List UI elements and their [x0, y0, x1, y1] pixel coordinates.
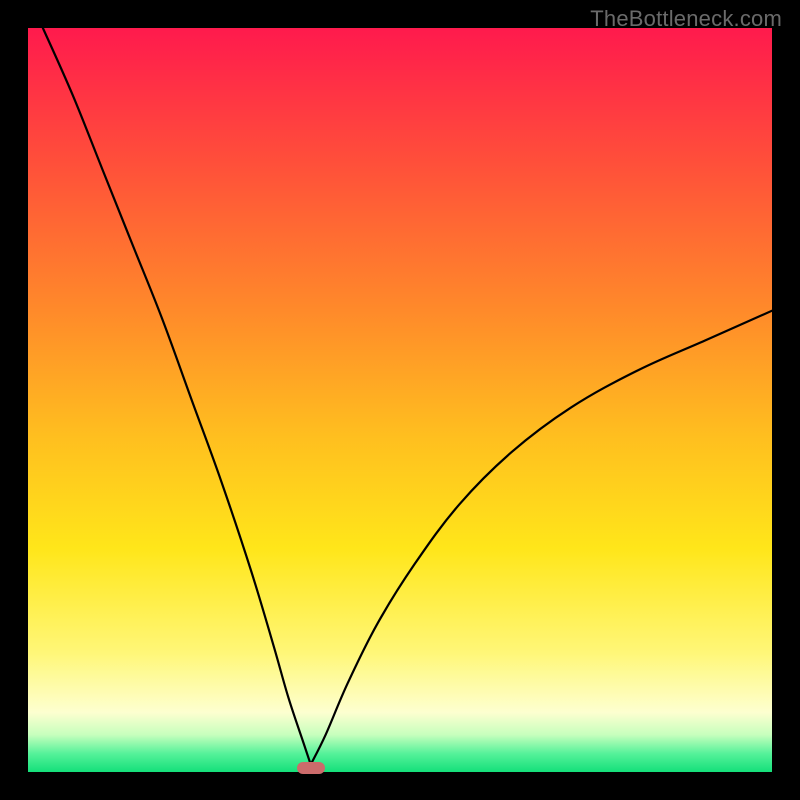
- optimal-point-marker: [297, 762, 325, 774]
- chart-frame: [28, 28, 772, 772]
- curve-right-branch: [311, 311, 772, 765]
- curve-left-branch: [43, 28, 311, 765]
- bottleneck-curve: [28, 28, 772, 772]
